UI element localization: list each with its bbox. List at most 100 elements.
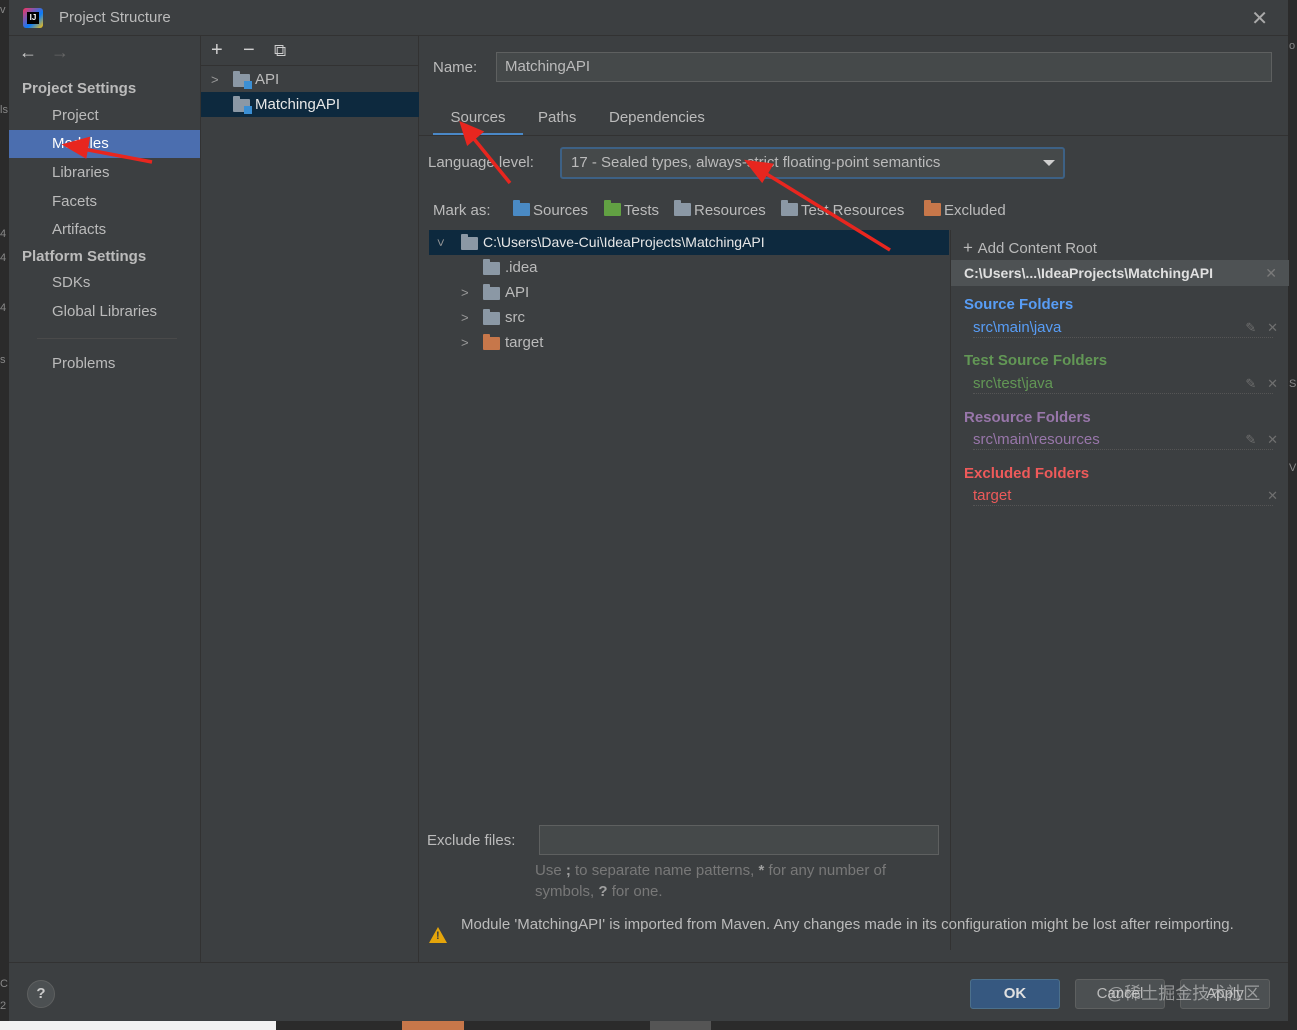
- help-button[interactable]: ?: [27, 980, 55, 1008]
- tree-row-root[interactable]: > C:\Users\Dave-Cui\IdeaProjects\Matchin…: [429, 230, 949, 255]
- remove-icon[interactable]: ✕: [1267, 488, 1278, 503]
- ok-button[interactable]: OK: [970, 979, 1060, 1009]
- remove-icon[interactable]: ✕: [1267, 320, 1278, 335]
- watermark: @稀土掘金技术社区: [1107, 984, 1261, 1003]
- remove-icon[interactable]: ✕: [1267, 432, 1278, 447]
- module-row-api[interactable]: > API: [201, 67, 419, 92]
- test-resources-folder-icon: [781, 200, 798, 216]
- module-list-toolbar: + − ⧉: [201, 36, 419, 66]
- tab-sources[interactable]: Sources: [433, 106, 523, 136]
- excluded-folders-title: Excluded Folders: [964, 465, 1090, 482]
- folder-actions: ✕: [1267, 488, 1278, 504]
- module-name-field[interactable]: MatchingAPI: [496, 52, 1272, 82]
- mark-as-label: Mark as:: [433, 202, 491, 219]
- back-arrow-icon[interactable]: ←: [19, 42, 37, 62]
- add-content-root-button[interactable]: + Add Content Root: [963, 238, 1097, 258]
- folder-icon: [483, 309, 500, 325]
- tree-row-src[interactable]: > src: [429, 305, 949, 330]
- folder-actions: ✎ ✕: [1245, 432, 1278, 448]
- chevron-right-icon[interactable]: >: [461, 305, 469, 330]
- edge-glyph: ls: [0, 104, 8, 116]
- sidebar-item-project[interactable]: Project: [9, 102, 200, 130]
- close-icon[interactable]: ✕: [1251, 6, 1268, 31]
- mark-as-excluded-button[interactable]: Excluded: [924, 200, 1006, 219]
- resources-folder-icon: [674, 200, 691, 216]
- chevron-down-icon: [1043, 160, 1055, 166]
- tree-row-api[interactable]: > API: [429, 280, 949, 305]
- edit-icon[interactable]: ✎: [1245, 432, 1256, 447]
- mark-as-sources-button[interactable]: Sources: [513, 200, 589, 219]
- remove-root-icon[interactable]: ✕: [1265, 260, 1277, 286]
- edge-glyph: 2: [0, 1000, 7, 1012]
- mark-as-resources-button[interactable]: Resources: [674, 200, 766, 219]
- taskbar-segment: [0, 1021, 276, 1030]
- mark-as-tests-label: Tests: [624, 202, 660, 219]
- edge-glyph: S: [1289, 378, 1297, 390]
- module-row-matchingapi[interactable]: MatchingAPI: [201, 92, 419, 117]
- edit-icon[interactable]: ✎: [1245, 376, 1256, 391]
- module-list-panel: + − ⧉ > API MatchingAPI: [201, 36, 419, 962]
- module-folder-icon: [233, 96, 252, 114]
- folder-actions: ✎ ✕: [1245, 376, 1278, 392]
- sidebar-item-problems[interactable]: Problems: [9, 350, 200, 378]
- folder-icon: [461, 234, 478, 250]
- project-settings-header: Project Settings: [22, 80, 137, 97]
- language-level-label: Language level:: [428, 154, 534, 171]
- chevron-right-icon[interactable]: >: [461, 330, 469, 355]
- intellij-app-icon: [23, 8, 43, 28]
- tree-row-label: .idea: [505, 259, 538, 276]
- sidebar-divider: [37, 338, 177, 339]
- mark-as-tests-button[interactable]: Tests: [604, 200, 660, 219]
- tests-folder-icon: [604, 200, 621, 216]
- add-icon[interactable]: +: [211, 39, 223, 62]
- sidebar-item-facets[interactable]: Facets: [9, 188, 200, 216]
- remove-icon[interactable]: −: [243, 39, 255, 62]
- mark-as-test-resources-label: Test Resources: [801, 202, 905, 219]
- resource-folder-path: src\main\resources: [973, 431, 1273, 450]
- mark-as-excluded-label: Excluded: [944, 202, 1006, 219]
- edge-glyph: C: [0, 978, 8, 990]
- platform-settings-header: Platform Settings: [22, 248, 147, 265]
- forward-arrow-icon[interactable]: →: [51, 42, 69, 62]
- sources-folder-icon: [513, 200, 530, 216]
- plus-icon: +: [963, 238, 978, 257]
- tab-dependencies[interactable]: Dependencies: [609, 106, 705, 136]
- mark-as-sources-label: Sources: [533, 202, 589, 219]
- chevron-down-icon[interactable]: >: [428, 239, 453, 247]
- copy-icon[interactable]: ⧉: [274, 41, 286, 61]
- settings-sidebar: ← → Project Settings Project Modules Libr…: [9, 36, 201, 962]
- edge-glyph: o: [1289, 40, 1296, 52]
- resource-folders-title: Resource Folders: [964, 409, 1091, 426]
- exclude-files-label: Exclude files:: [427, 832, 516, 849]
- chevron-right-icon[interactable]: >: [211, 67, 219, 92]
- sidebar-item-libraries[interactable]: Libraries: [9, 159, 200, 187]
- exclude-files-field[interactable]: [539, 825, 939, 855]
- mark-as-test-resources-button[interactable]: Test Resources: [781, 200, 905, 219]
- edge-glyph: 4: [0, 302, 7, 314]
- remove-icon[interactable]: ✕: [1267, 376, 1278, 391]
- mark-as-toolbar: Mark as: Sources Tests Resources Test Re…: [419, 200, 1288, 230]
- edit-icon[interactable]: ✎: [1245, 320, 1256, 335]
- background-window-edge-left: v ls 4 4 4 s C 2: [0, 0, 9, 1030]
- tab-paths[interactable]: Paths: [538, 106, 576, 136]
- history-navigation: ← →: [19, 42, 69, 63]
- excluded-folder-path: target: [973, 487, 1273, 506]
- sidebar-item-artifacts[interactable]: Artifacts: [9, 216, 200, 244]
- test-source-folder-path: src\test\java: [973, 375, 1273, 394]
- tree-row-idea[interactable]: .idea: [429, 255, 949, 280]
- project-structure-dialog: Project Structure ✕ ←→ Project Settings …: [9, 0, 1289, 1021]
- edge-glyph: V: [1289, 462, 1297, 474]
- sidebar-item-modules[interactable]: Modules: [9, 130, 200, 158]
- mark-as-resources-label: Resources: [694, 202, 766, 219]
- language-level-value: 17 - Sealed types, always-strict floatin…: [571, 154, 941, 171]
- folder-icon: [483, 259, 500, 275]
- language-level-dropdown[interactable]: 17 - Sealed types, always-strict floatin…: [560, 147, 1065, 179]
- chevron-right-icon[interactable]: >: [461, 280, 469, 305]
- sidebar-item-sdks[interactable]: SDKs: [9, 269, 200, 297]
- source-folder-path: src\main\java: [973, 319, 1273, 338]
- sidebar-item-global-libraries[interactable]: Global Libraries: [9, 298, 200, 326]
- tree-row-target[interactable]: > target: [429, 330, 949, 355]
- content-root-header: C:\Users\...\IdeaProjects\MatchingAPI ✕: [951, 260, 1289, 286]
- exclude-files-hint: Use ; to separate name patterns, * for a…: [535, 862, 887, 900]
- dialog-title: Project Structure: [59, 9, 171, 26]
